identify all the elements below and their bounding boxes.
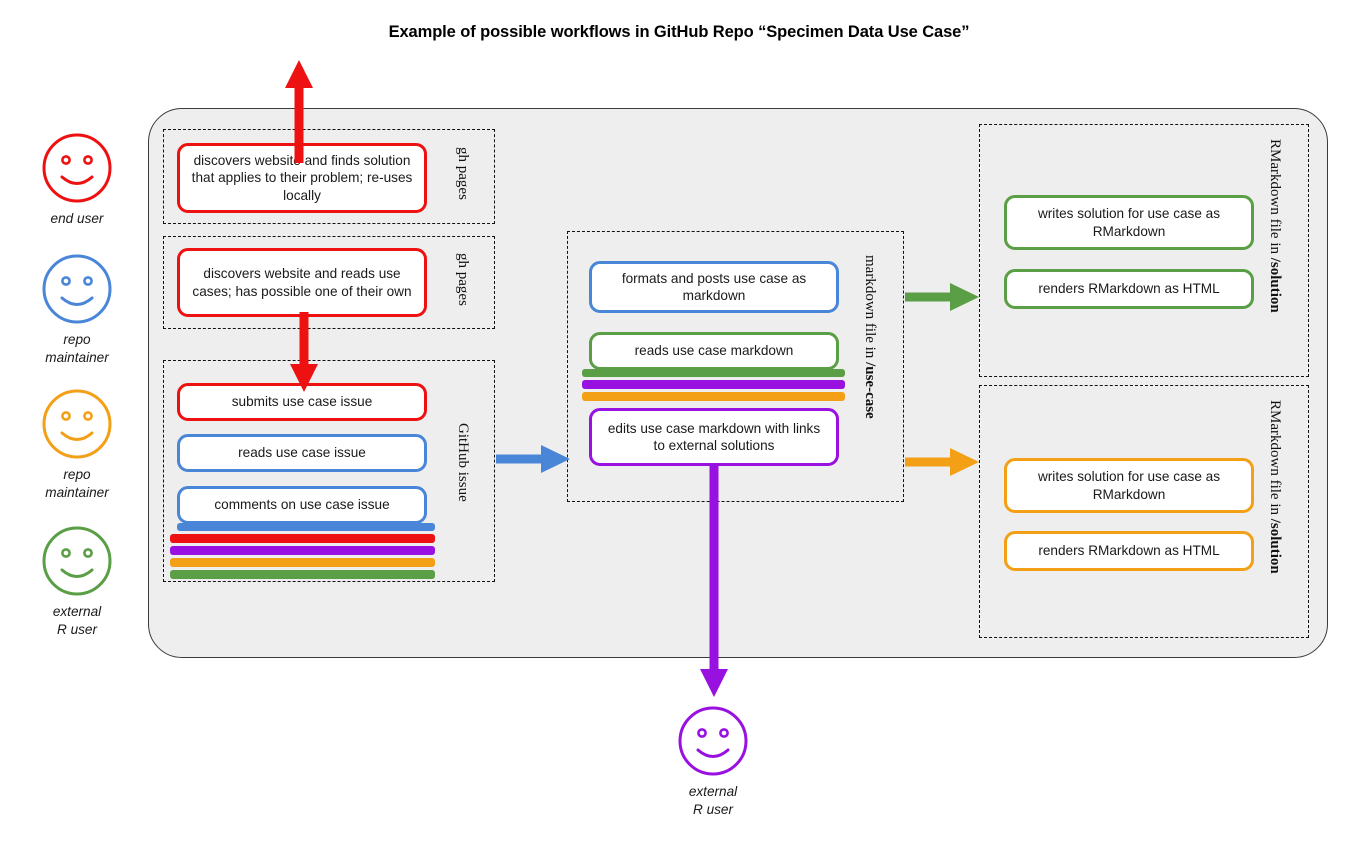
legend-item-end-user: end user <box>22 132 132 228</box>
legend-label: repo maintainer <box>45 467 109 500</box>
stack-bar-purple <box>170 546 435 555</box>
action-box-label: comments on use case issue <box>214 497 390 513</box>
action-box-label: writes solution for use case as RMarkdow… <box>1037 206 1221 239</box>
smiley-face-icon <box>42 133 112 203</box>
action-box-writes-solution-rmarkdown-green[interactable]: writes solution for use case as RMarkdow… <box>1004 195 1254 250</box>
group-label-text: markdown file in <box>862 255 878 363</box>
smiley-face-icon <box>42 526 112 596</box>
action-box-label: renders RMarkdown as HTML <box>1038 281 1220 297</box>
stack-bar-orange-md <box>582 392 845 401</box>
smiley-face-icon <box>42 389 112 459</box>
stack-bar-red <box>170 534 435 543</box>
group-label-github-issue: GitHub issue <box>455 423 471 502</box>
action-box-comments-on-use-case-issue[interactable]: comments on use case issue <box>177 486 427 524</box>
bottom-actor-label: external R user <box>688 784 738 817</box>
smiley-face-icon <box>678 706 748 776</box>
legend-item-repo-maintainer-orange: repo maintainer <box>22 388 132 501</box>
action-box-reads-use-case-issue[interactable]: reads use case issue <box>177 434 427 472</box>
group-label-path: /use-case <box>862 362 878 419</box>
arrow-right-github-issue-to-markdown <box>496 445 570 473</box>
action-box-writes-solution-rmarkdown-orange[interactable]: writes solution for use case as RMarkdow… <box>1004 458 1254 513</box>
stack-bar-green <box>170 570 435 579</box>
diagram-canvas: Example of possible workflows in GitHub … <box>0 0 1358 847</box>
group-label-path: /solution <box>1267 518 1283 574</box>
stack-bar-blue <box>177 523 435 531</box>
smiley-face-icon <box>42 254 112 324</box>
bottom-actor-external-r-user: external R user <box>658 705 768 818</box>
action-box-discovers-website-reads-use-cases[interactable]: discovers website and reads use cases; h… <box>177 248 427 317</box>
group-label-path: /solution <box>1267 257 1283 313</box>
arrow-right-markdown-to-rmarkdown-green <box>905 283 979 311</box>
legend-label: end user <box>50 211 104 226</box>
action-box-label: reads use case issue <box>238 445 366 461</box>
action-box-label: renders RMarkdown as HTML <box>1038 543 1220 559</box>
action-box-renders-rmarkdown-html-orange[interactable]: renders RMarkdown as HTML <box>1004 531 1254 571</box>
action-box-reads-use-case-markdown[interactable]: reads use case markdown <box>589 332 839 370</box>
group-label-gh-pages-1: gh pages <box>455 147 471 200</box>
arrow-down-gh-pages-2-to-github-issue <box>290 312 318 392</box>
legend-label: external R user <box>52 604 102 637</box>
stack-bar-orange <box>170 558 435 567</box>
group-label-gh-pages-2: gh pages <box>455 253 471 306</box>
arrow-right-markdown-to-rmarkdown-orange <box>905 448 979 476</box>
group-label-text: RMarkdown file in <box>1267 139 1283 258</box>
action-box-label: submits use case issue <box>231 394 373 410</box>
action-box-label: edits use case markdown with links to ex… <box>607 420 821 453</box>
group-label-rmarkdown-solution-orange: RMarkdown file in /solution <box>1266 400 1283 574</box>
action-box-formats-posts-use-case-markdown[interactable]: formats and posts use case as markdown <box>589 261 839 313</box>
group-rmarkdown-solution-green: RMarkdown file in /solution <box>979 124 1309 377</box>
arrow-up-from-gh-pages-1 <box>285 60 313 163</box>
stack-bar-green-md <box>582 369 845 377</box>
legend-item-repo-maintainer-blue: repo maintainer <box>22 253 132 366</box>
legend-label: repo maintainer <box>45 332 109 365</box>
group-label-text: RMarkdown file in <box>1267 400 1283 519</box>
action-box-edits-use-case-markdown[interactable]: edits use case markdown with links to ex… <box>589 408 839 466</box>
action-box-label: writes solution for use case as RMarkdow… <box>1037 469 1221 502</box>
group-label-rmarkdown-solution-green: RMarkdown file in /solution <box>1266 139 1283 313</box>
legend-item-external-r-user: external R user <box>22 525 132 638</box>
group-label-markdown-use-case: markdown file in /use-case <box>861 255 878 419</box>
action-box-label: formats and posts use case as markdown <box>621 270 807 303</box>
action-box-label: reads use case markdown <box>634 343 794 359</box>
page-title: Example of possible workflows in GitHub … <box>388 23 970 41</box>
action-box-renders-rmarkdown-html-green[interactable]: renders RMarkdown as HTML <box>1004 269 1254 309</box>
arrow-down-markdown-to-external-r-user <box>700 464 728 697</box>
stack-bar-purple-md <box>582 380 845 389</box>
action-box-label: discovers website and reads use cases; h… <box>192 266 412 299</box>
